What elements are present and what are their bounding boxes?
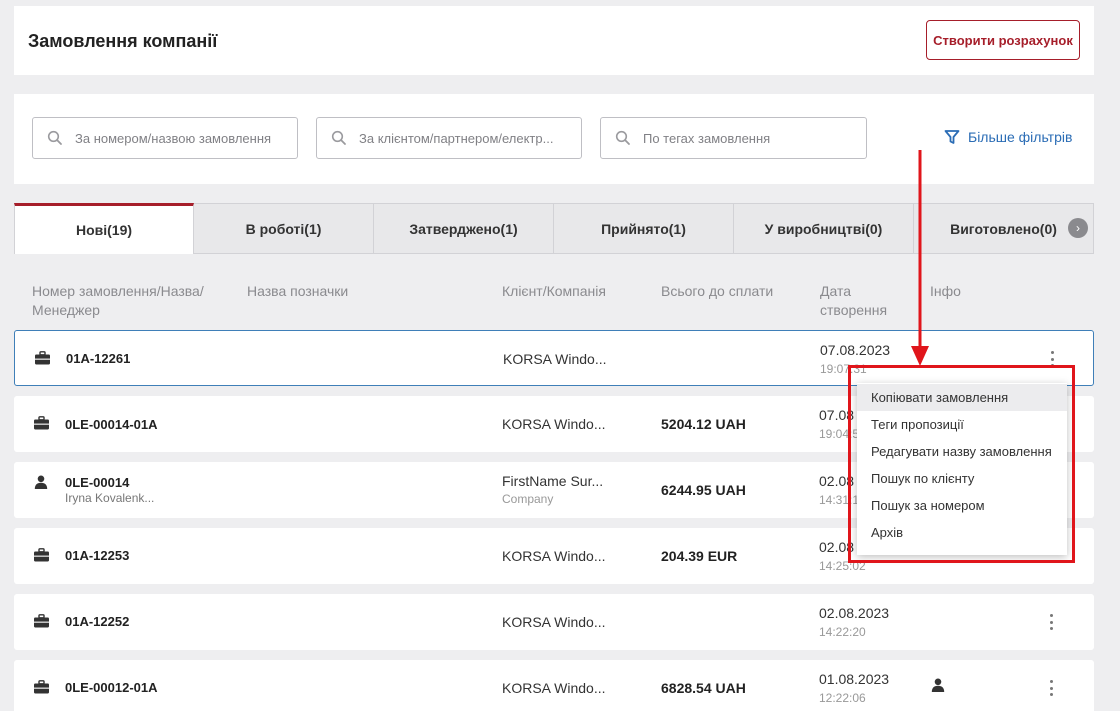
briefcase-icon <box>34 548 49 562</box>
created-time: 14:22:20 <box>819 625 866 639</box>
order-number: 01A-12261 <box>66 351 131 366</box>
filter-icon <box>944 130 960 144</box>
total-amount: 5204.12 UAH <box>661 416 746 432</box>
column-header-mark: Назва позначки <box>247 283 349 299</box>
tab-in-work[interactable]: В роботі(1) <box>194 203 374 254</box>
dot-icon <box>1049 693 1053 696</box>
created-date: 02.08 <box>819 539 855 555</box>
menu-item-search-number[interactable]: Пошук за номером <box>857 492 1067 519</box>
menu-item-proposal-tags[interactable]: Теги пропозиції <box>857 411 1067 438</box>
dot-icon <box>1050 357 1054 361</box>
briefcase-icon <box>34 614 49 628</box>
created-time: 14:31:1 <box>819 493 860 507</box>
menu-item-copy-order[interactable]: Копіювати замовлення <box>857 384 1067 411</box>
created-date: 07.08 <box>819 407 855 423</box>
created-time: 12:22:06 <box>819 691 866 705</box>
search-icon <box>615 130 630 145</box>
tabs-scroll-right-button[interactable]: › <box>1068 218 1088 238</box>
search-icon <box>47 130 62 145</box>
search-by-number[interactable] <box>32 117 298 159</box>
order-number: 0LE-00014-01A <box>65 417 158 432</box>
tab-approved[interactable]: Затверджено(1) <box>374 203 554 254</box>
order-number: 0LE-00014 <box>65 475 130 490</box>
tab-new[interactable]: Нові(19) <box>14 203 194 254</box>
user-icon <box>34 475 48 489</box>
dot-icon <box>1049 680 1053 683</box>
status-tabs: Нові(19) В роботі(1) Затверджено(1) Прий… <box>14 203 1094 254</box>
search-client-input[interactable] <box>359 130 559 146</box>
dot-icon <box>1049 620 1053 624</box>
total-amount: 6828.54 UAH <box>661 680 746 696</box>
created-time: 14:25:02 <box>819 559 866 573</box>
client-name: KORSA Windo... <box>502 614 606 630</box>
dot-icon <box>1050 364 1054 367</box>
tab-in-production[interactable]: У виробництві(0) <box>734 203 914 254</box>
page-header: Замовлення компанії Створити розрахунок <box>14 6 1094 75</box>
created-date: 01.08.2023 <box>819 671 890 687</box>
total-amount: 204.39 EUR <box>661 548 738 564</box>
more-filters-link[interactable]: Більше фільтрів <box>944 129 1072 145</box>
table-row[interactable]: 0LE-00012-01A KORSA Windo... 6828.54 UAH… <box>14 660 1094 711</box>
user-icon <box>931 678 945 692</box>
column-header-total: Всього до сплати <box>661 283 774 299</box>
client-name: KORSA Windo... <box>503 351 607 367</box>
company-name: Company <box>502 492 554 506</box>
more-filters-label: Більше фільтрів <box>968 129 1073 145</box>
dot-icon <box>1049 686 1053 690</box>
column-header-date: Дата створення <box>820 283 888 318</box>
column-header-number: Номер замовлення/Назва/Менеджер <box>32 283 204 318</box>
created-date: 02.08.2023 <box>819 605 890 621</box>
filters-panel: Більше фільтрів <box>14 94 1094 184</box>
row-menu-button[interactable] <box>1044 612 1058 632</box>
created-date: 07.08.2023 <box>820 342 891 358</box>
column-header-client: Клієнт/Компанія <box>502 283 606 299</box>
search-tags-input[interactable] <box>643 130 843 146</box>
search-by-tags[interactable] <box>600 117 867 159</box>
tab-manufactured[interactable]: Виготовлено(0) <box>914 203 1094 254</box>
chevron-right-icon: › <box>1076 221 1080 235</box>
total-amount: 6244.95 UAH <box>661 482 746 498</box>
created-time: 19:07:31 <box>820 362 867 376</box>
search-icon <box>331 130 346 145</box>
create-calculation-button[interactable]: Створити розрахунок <box>926 20 1080 60</box>
row-menu-button[interactable] <box>1045 349 1059 369</box>
table-row[interactable]: 01A-12252 KORSA Windo... 02.08.2023 14:2… <box>14 594 1094 650</box>
search-by-client[interactable] <box>316 117 582 159</box>
row-menu-button[interactable] <box>1044 678 1058 698</box>
client-name: FirstName Sur... <box>502 473 604 489</box>
dot-icon <box>1050 351 1054 354</box>
order-number: 01A-12253 <box>65 548 130 563</box>
briefcase-icon <box>35 351 50 365</box>
menu-item-rename-order[interactable]: Редагувати назву замовлення <box>857 438 1067 465</box>
search-number-input[interactable] <box>75 130 275 146</box>
dot-icon <box>1049 614 1053 617</box>
created-date: 02.08 <box>819 473 855 489</box>
created-time: 19:04:5 <box>819 427 860 441</box>
order-number: 0LE-00012-01A <box>65 680 158 695</box>
tab-accepted[interactable]: Прийнято(1) <box>554 203 734 254</box>
dot-icon <box>1049 627 1053 630</box>
briefcase-icon <box>34 416 49 430</box>
order-number: 01A-12252 <box>65 614 130 629</box>
row-context-menu: Копіювати замовлення Теги пропозиції Ред… <box>857 383 1067 555</box>
client-name: KORSA Windo... <box>502 416 606 432</box>
page-title: Замовлення компанії <box>28 31 218 51</box>
briefcase-icon <box>34 680 49 694</box>
table-row[interactable]: 01A-12261 KORSA Windo... 07.08.2023 19:0… <box>14 330 1094 386</box>
column-header-info: Інфо <box>930 283 961 299</box>
client-name: KORSA Windo... <box>502 680 606 696</box>
client-name: KORSA Windo... <box>502 548 606 564</box>
manager-name: Iryna Kovalenk... <box>65 491 155 505</box>
menu-item-archive[interactable]: Архів <box>857 519 1067 546</box>
menu-item-search-client[interactable]: Пошук по клієнту <box>857 465 1067 492</box>
